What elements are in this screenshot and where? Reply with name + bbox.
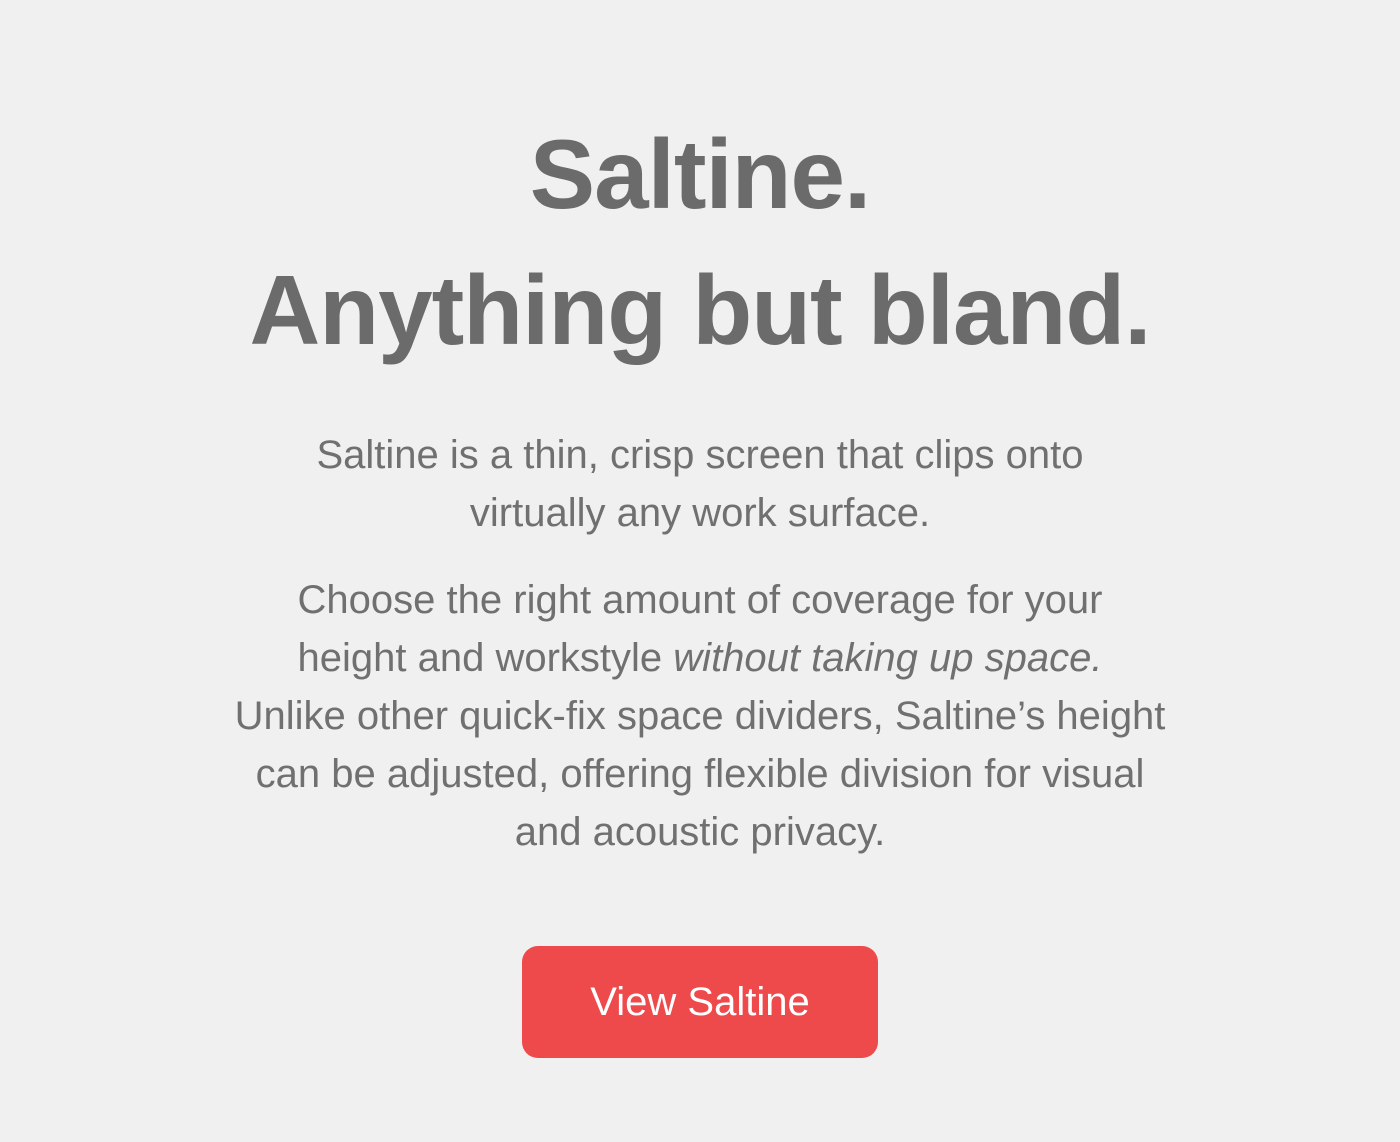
view-saltine-button[interactable]: View Saltine <box>522 946 878 1058</box>
description-line-2: height and workstyle without taking up s… <box>110 629 1290 687</box>
intro-line-2: virtually any work surface. <box>469 491 931 535</box>
hero-section: Saltine. Anything but bland. Saltine is … <box>0 0 1400 1142</box>
headline-line-1: Saltine. <box>529 119 872 229</box>
page-title: Saltine. Anything but bland. <box>0 106 1400 378</box>
description-emphasis: without taking up space. <box>673 636 1103 680</box>
description-line-4: can be adjusted, offering flexible divis… <box>255 752 1145 796</box>
intro-paragraph: Saltine is a thin, crisp screen that cli… <box>150 426 1250 542</box>
description-line-3: Unlike other quick-fix space dividers, S… <box>234 694 1166 738</box>
description-line-2-text: height and workstyle <box>297 636 674 680</box>
description-line-1: Choose the right amount of coverage for … <box>297 578 1103 622</box>
intro-line-1: Saltine is a thin, crisp screen that cli… <box>316 433 1084 477</box>
description-paragraph: Choose the right amount of coverage for … <box>110 571 1290 861</box>
headline-line-2: Anything but bland. <box>249 255 1152 365</box>
description-line-5: and acoustic privacy. <box>514 810 886 854</box>
